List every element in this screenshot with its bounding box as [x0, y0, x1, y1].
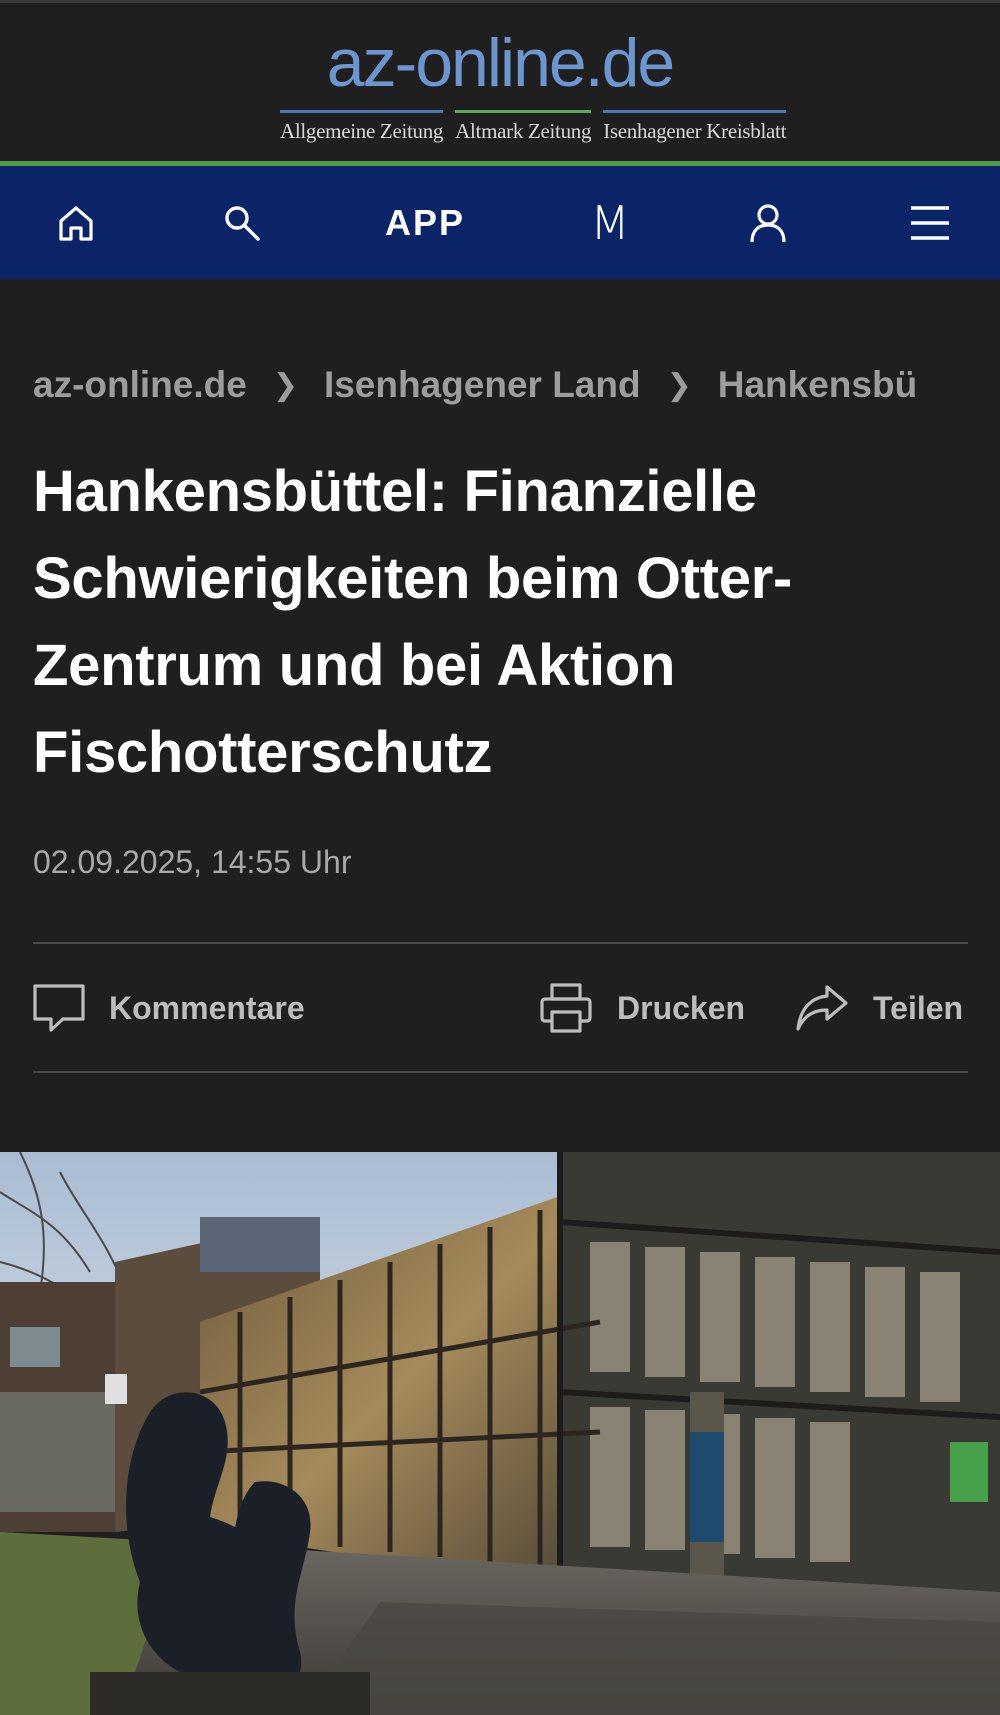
article-actions: Kommentare Drucken Teilen: [33, 975, 968, 1041]
divider-bottom: [33, 1071, 968, 1073]
sub-publications: Allgemeine Zeitung Altmark Zeitung Isenh…: [280, 110, 786, 144]
search-button[interactable]: [206, 166, 278, 279]
share-label: Teilen: [873, 989, 964, 1026]
hamburger-menu-icon: [909, 205, 951, 241]
account-button[interactable]: [732, 166, 804, 279]
paper-allgemeine-zeitung: Allgemeine Zeitung: [280, 110, 443, 144]
breadcrumb: az-online.de ❯ Isenhagener Land ❯ Hankensbü: [33, 360, 968, 411]
article-title: Hankensbüttel: Finanzielle Schwierigkeit…: [33, 459, 792, 785]
breadcrumb-item-home[interactable]: az-online.de: [33, 364, 247, 405]
breadcrumb-fade: [918, 360, 968, 410]
comments-button[interactable]: Kommentare: [33, 975, 305, 1041]
breadcrumb-item-current[interactable]: Hankensbü: [718, 364, 917, 405]
home-button[interactable]: [40, 166, 112, 279]
paper-isenhagener-kreisblatt: Isenhagener Kreisblatt: [603, 110, 786, 144]
printer-icon: [539, 982, 593, 1034]
site-logo[interactable]: az-online.de: [0, 23, 1000, 103]
m-button[interactable]: M: [580, 166, 640, 279]
home-icon: [56, 203, 96, 243]
share-button[interactable]: Teilen: [795, 975, 963, 1041]
paper-altmark-zeitung: Altmark Zeitung: [455, 110, 592, 144]
user-icon: [748, 202, 788, 244]
chevron-right-icon: ❯: [272, 369, 298, 402]
menu-button[interactable]: [894, 166, 966, 279]
share-arrow-icon: [795, 983, 849, 1033]
app-button[interactable]: APP: [370, 166, 480, 279]
chevron-right-icon: ❯: [666, 369, 692, 402]
search-icon: [222, 203, 262, 243]
print-button[interactable]: Drucken: [539, 975, 745, 1041]
comments-label: Kommentare: [109, 989, 305, 1026]
article-timestamp: 02.09.2025, 14:55 Uhr: [33, 844, 352, 880]
otter-centre-building-photo: [0, 1152, 1000, 1715]
masthead: az-online.de Allgemeine Zeitung Altmark …: [0, 0, 1000, 162]
article-hero-image[interactable]: [0, 1152, 1000, 1715]
divider-top: [33, 942, 968, 944]
comment-icon: [33, 983, 85, 1033]
print-label: Drucken: [617, 989, 746, 1026]
main-nav: APP M: [0, 166, 1000, 279]
breadcrumb-item-section[interactable]: Isenhagener Land: [324, 364, 641, 405]
